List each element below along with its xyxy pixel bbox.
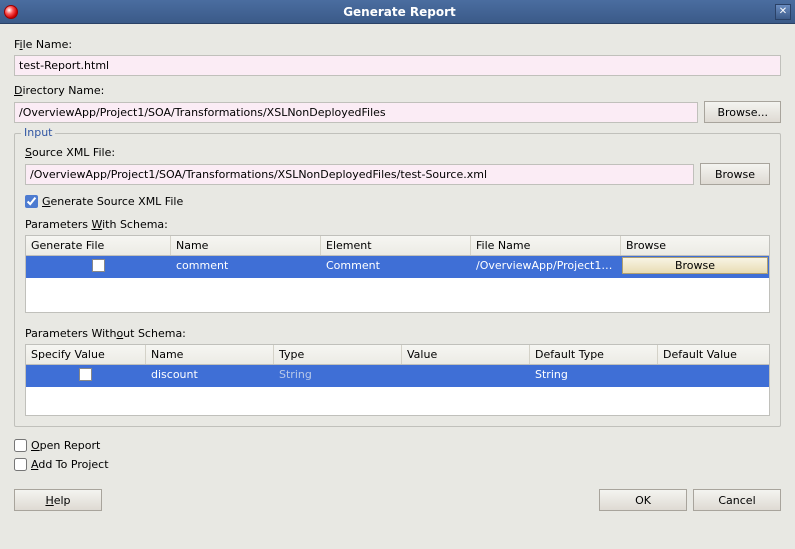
generate-source-checkbox[interactable]: [25, 195, 38, 208]
window-title: Generate Report: [24, 5, 775, 19]
app-icon: [4, 5, 18, 19]
dialog-footer: Help OK Cancel: [0, 485, 795, 521]
cell-element: Comment: [321, 256, 471, 278]
generate-file-checkbox[interactable]: [92, 259, 105, 272]
ok-button[interactable]: OK: [599, 489, 687, 511]
cell-file-name: /OverviewApp/Project1/...: [471, 256, 621, 278]
cell-default-type: String: [530, 365, 658, 387]
params-with-schema-table: Generate File Name Element File Name Bro…: [25, 235, 770, 313]
add-to-project-checkbox[interactable]: [14, 458, 27, 471]
cell-value: [402, 365, 530, 387]
col-type[interactable]: Type: [274, 345, 402, 364]
directory-name-input[interactable]: [14, 102, 698, 123]
help-button[interactable]: Help: [14, 489, 102, 511]
cell-name: comment: [171, 256, 321, 278]
col-file-name[interactable]: File Name: [471, 236, 621, 255]
col-element[interactable]: Element: [321, 236, 471, 255]
input-group: Input Source XML File: Browse Generate S…: [14, 133, 781, 427]
col-browse[interactable]: Browse: [621, 236, 769, 255]
params-with-schema-label: Parameters With Schema:: [25, 218, 770, 231]
source-xml-browse-button[interactable]: Browse: [700, 163, 770, 185]
cell-type: String: [274, 365, 402, 387]
col-name[interactable]: Name: [171, 236, 321, 255]
row-browse-button[interactable]: Browse: [622, 257, 768, 274]
col-specify-value[interactable]: Specify Value: [26, 345, 146, 364]
source-xml-input[interactable]: [25, 164, 694, 185]
col-generate-file[interactable]: Generate File: [26, 236, 171, 255]
cell-name2: discount: [146, 365, 274, 387]
cell-browse: Browse: [621, 256, 769, 278]
params-without-schema-label: Parameters Without Schema:: [25, 327, 770, 340]
params-without-schema-table: Specify Value Name Type Value Default Ty…: [25, 344, 770, 416]
cell-specify-value: [26, 365, 146, 387]
cancel-button[interactable]: Cancel: [693, 489, 781, 511]
open-report-checkbox[interactable]: [14, 439, 27, 452]
dialog-content: File Name: Directory Name: Browse... Inp…: [0, 24, 795, 485]
file-name-label: File Name:: [14, 38, 781, 51]
source-xml-label: Source XML File:: [25, 146, 770, 159]
add-to-project-label: Add To Project: [31, 458, 109, 471]
col-value[interactable]: Value: [402, 345, 530, 364]
input-legend: Input: [21, 126, 55, 139]
col-name2[interactable]: Name: [146, 345, 274, 364]
col-default-type[interactable]: Default Type: [530, 345, 658, 364]
table-row[interactable]: discount String String: [26, 365, 769, 387]
specify-value-checkbox[interactable]: [79, 368, 92, 381]
directory-browse-button[interactable]: Browse...: [704, 101, 781, 123]
table-row[interactable]: comment Comment /OverviewApp/Project1/..…: [26, 256, 769, 278]
file-name-input[interactable]: [14, 55, 781, 76]
titlebar: Generate Report ✕: [0, 0, 795, 24]
close-icon[interactable]: ✕: [775, 4, 791, 20]
cell-generate-file: [26, 256, 171, 278]
open-report-label: Open Report: [31, 439, 100, 452]
cell-default-value: [658, 365, 769, 387]
col-default-value[interactable]: Default Value: [658, 345, 769, 364]
generate-source-label: Generate Source XML File: [42, 195, 183, 208]
directory-name-label: Directory Name:: [14, 84, 781, 97]
